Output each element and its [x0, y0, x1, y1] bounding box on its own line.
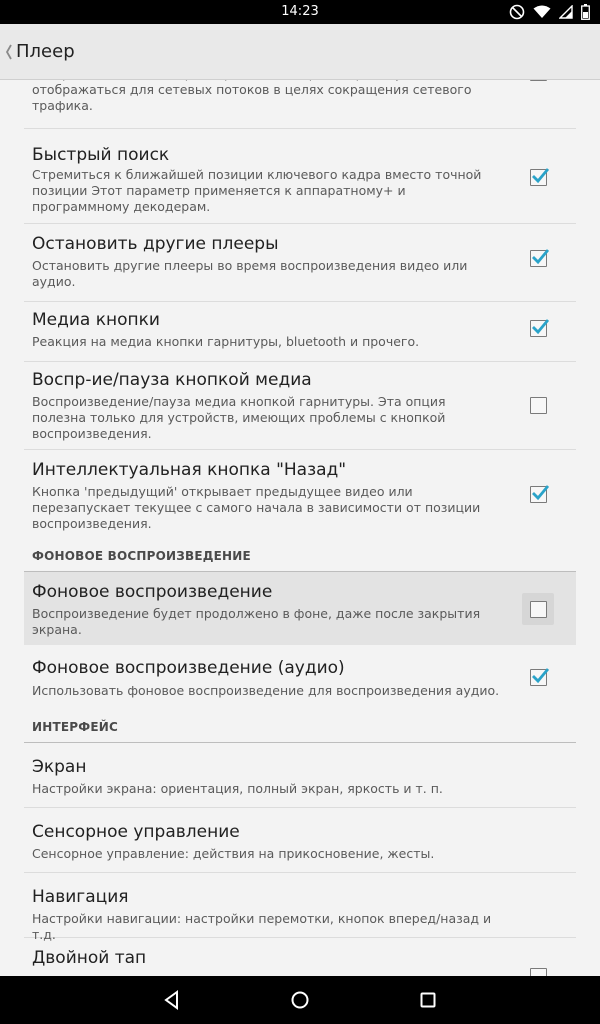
status-icons	[509, 3, 590, 21]
pref-checkbox[interactable]	[530, 397, 547, 414]
status-bar: 14:23	[0, 0, 600, 24]
pref-title: Экран	[32, 757, 87, 777]
pref-item-double-tap[interactable]: Двойной тап	[24, 938, 576, 976]
pref-summary: Остановить другие плееры во время воспро…	[32, 258, 468, 289]
do-not-disturb-icon	[509, 4, 525, 20]
pref-title: Воспр-ие/пауза кнопкой медиа	[32, 370, 312, 390]
pref-checkbox[interactable]	[530, 485, 550, 503]
nav-home-icon[interactable]	[288, 988, 312, 1012]
pref-title: Интеллектуальная кнопка "Назад"	[32, 460, 347, 480]
pref-item-media-buttons[interactable]: Медиа кнопки Реакция на медиа кнопки гар…	[24, 302, 576, 362]
section-header-interface: ИНТЕРФЕЙС	[32, 720, 119, 734]
pref-title: Сенсорное управление	[32, 822, 240, 842]
pref-summary: Настройки экрана: ориентация, полный экр…	[32, 781, 443, 796]
page-title[interactable]: Плеер	[16, 41, 75, 62]
signal-icon	[559, 5, 573, 19]
pref-title: Фоновое воспроизведение	[32, 582, 273, 602]
pref-summary: Реакция на медиа кнопки гарнитуры, bluet…	[32, 334, 420, 349]
pref-summary: Кнопка 'предыдущий' открывает предыдущее…	[32, 484, 481, 531]
pref-item-background-playback[interactable]: Фоновое воспроизведение Воспроизведение …	[24, 572, 576, 645]
pref-checkbox[interactable]	[530, 668, 550, 686]
pref-title: Фоновое воспроизведение (аудио)	[32, 658, 345, 678]
system-nav-bar	[0, 976, 600, 1024]
pref-summary: воспроизведения. Но предварительный прос…	[32, 80, 472, 113]
pref-summary: Воспроизведение/пауза медиа кнопкой гарн…	[32, 394, 446, 441]
pref-summary: Использовать фоновое воспроизведение для…	[32, 683, 500, 698]
nav-recents-icon[interactable]	[416, 988, 440, 1012]
pref-summary: Воспроизведение будет продолжено в фоне,…	[32, 606, 481, 637]
pref-item-screen[interactable]: Экран Настройки экрана: ориентация, полн…	[24, 743, 576, 808]
back-chevron-icon[interactable]	[4, 43, 14, 61]
pref-checkbox[interactable]	[530, 168, 550, 186]
pref-title: Навигация	[32, 887, 129, 907]
pref-title: Быстрый поиск	[32, 145, 170, 165]
pref-item-background-audio[interactable]: Фоновое воспроизведение (аудио) Использо…	[24, 645, 576, 711]
pref-checkbox[interactable]	[530, 319, 550, 337]
pref-summary: Стремиться к ближайшей позиции ключевого…	[32, 167, 482, 214]
pref-item-preview[interactable]: воспроизведения. Но предварительный прос…	[24, 80, 576, 129]
pref-title: Двойной тап	[32, 948, 147, 968]
pref-title: Медиа кнопки	[32, 310, 160, 330]
pref-checkbox[interactable]	[530, 249, 550, 267]
section-header-background: ФОНОВОЕ ВОСПРОИЗВЕДЕНИЕ	[32, 549, 251, 563]
battery-icon	[581, 4, 590, 20]
pref-item-navigation[interactable]: Навигация Настройки навигации: настройки…	[24, 873, 576, 942]
settings-list[interactable]: воспроизведения. Но предварительный прос…	[0, 80, 600, 976]
pref-title: Остановить другие плееры	[32, 234, 279, 254]
wifi-icon	[533, 5, 551, 19]
action-bar: Плеер	[0, 24, 600, 80]
pref-item-touch-control[interactable]: Сенсорное управление Сенсорное управлени…	[24, 808, 576, 873]
pref-checkbox[interactable]	[530, 80, 547, 81]
pref-item-media-play-pause[interactable]: Воспр-ие/пауза кнопкой медиа Воспроизвед…	[24, 362, 576, 450]
pref-item-stop-other-players[interactable]: Остановить другие плееры Остановить друг…	[24, 224, 576, 302]
pref-checkbox[interactable]	[530, 968, 547, 976]
nav-back-icon[interactable]	[160, 988, 184, 1012]
pref-summary: Сенсорное управление: действия на прикос…	[32, 846, 435, 861]
pref-item-fast-seek[interactable]: Быстрый поиск Стремиться к ближайшей поз…	[24, 129, 576, 224]
pref-item-smart-back[interactable]: Интеллектуальная кнопка "Назад" Кнопка '…	[24, 450, 576, 540]
pref-checkbox[interactable]	[530, 601, 547, 618]
